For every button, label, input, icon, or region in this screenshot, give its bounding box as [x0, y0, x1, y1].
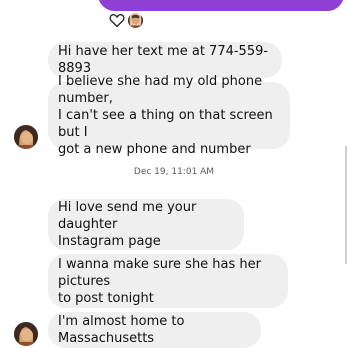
message-text: Hi have her text me at 774-559-8893 — [58, 44, 269, 76]
avatar-photo — [14, 125, 38, 149]
received-message-bubble[interactable]: I wanna make sure she has her pictures t… — [48, 254, 288, 308]
received-message-bubble[interactable]: I believe she had my old phone number, I… — [48, 74, 290, 157]
received-message-bubble[interactable]: I'm almost home to Massachusetts — [48, 312, 261, 348]
message-text: I'm almost home to Massachusetts — [58, 314, 185, 346]
message-reactions[interactable] — [108, 11, 148, 29]
sender-avatar[interactable] — [14, 125, 38, 149]
message-text: I wanna make sure she has her pictures t… — [58, 256, 262, 306]
message-timestamp: Dec 19, 11:01 AM — [133, 167, 215, 177]
sender-avatar[interactable] — [14, 322, 38, 346]
message-text: Hi love send me your daughter Instagram … — [58, 200, 197, 249]
message-text: I believe she had my old phone number, I… — [58, 74, 273, 157]
avatar-photo — [14, 322, 38, 346]
scroll-indicator[interactable] — [345, 146, 347, 264]
received-message-bubble[interactable]: Hi love send me your daughter Instagram … — [48, 199, 244, 250]
reactor-avatar — [128, 12, 143, 28]
heart-outline-icon[interactable] — [108, 11, 126, 29]
chat-screen: Hi have her text me at 774-559-8893 I be… — [0, 0, 348, 348]
sent-message-bubble[interactable] — [98, 0, 344, 11]
